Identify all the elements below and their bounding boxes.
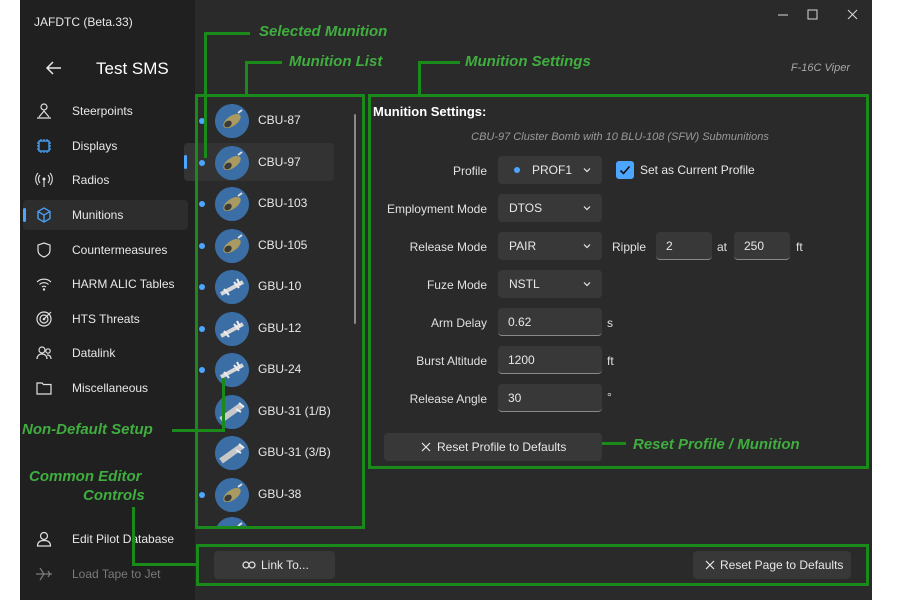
sidebar-item-hts-threats[interactable]: HTS Threats (23, 304, 188, 334)
app-title: JAFDTC (Beta.33) (34, 15, 133, 29)
cube-icon (35, 206, 53, 224)
sidebar-item-countermeasures[interactable]: Countermeasures (23, 235, 188, 265)
sidebar-footer-label: Load Tape to Jet (72, 567, 161, 581)
selected-indicator (23, 208, 26, 222)
callout-selected-munition: Selected Munition (259, 23, 388, 40)
close-icon[interactable] (841, 6, 865, 24)
people-icon (35, 344, 53, 362)
selected-indicator (184, 154, 187, 169)
sidebar-item-label: Radios (72, 173, 110, 187)
screenshot-stage: JAFDTC (Beta.33) Test SMS Steerpoints Dis… (0, 0, 900, 600)
sidebar-item-label: Munitions (72, 208, 124, 222)
common-controls-frame (196, 544, 869, 586)
minimize-icon[interactable] (771, 6, 795, 24)
sidebar-item-label: HARM ALIC Tables (72, 277, 175, 291)
reset-profile-leader (602, 442, 626, 445)
selected-munition-leader-h (204, 32, 250, 35)
callout-common-editor-controls: Controls (83, 487, 145, 504)
sidebar-item-miscellaneous[interactable]: Miscellaneous (23, 373, 188, 403)
munition-settings-leader (418, 61, 421, 95)
target-icon (35, 310, 53, 328)
folder-icon (35, 379, 53, 397)
sidebar-item-harm-alic-tables[interactable]: HARM ALIC Tables (23, 269, 188, 299)
back-arrow-icon[interactable] (42, 56, 66, 80)
munition-list-leader-h (245, 61, 282, 64)
munition-settings-frame (368, 94, 869, 469)
airframe-label: F-16C Viper (790, 62, 850, 74)
sidebar-item-label: HTS Threats (72, 312, 140, 326)
chip-icon (35, 137, 53, 155)
shield-icon (35, 241, 53, 259)
sidebar-item-displays[interactable]: Displays (23, 131, 188, 161)
callout-non-default-setup: Non-Default Setup (22, 421, 153, 438)
jet-icon (35, 565, 53, 583)
sidebar-item-label: Countermeasures (72, 243, 168, 257)
sidebar-item-label: Displays (72, 139, 118, 153)
common-editor-leader (132, 507, 135, 565)
antenna-icon (35, 171, 53, 189)
maximize-icon[interactable] (800, 6, 824, 24)
sidebar-item-datalink[interactable]: Datalink (23, 338, 188, 368)
person-pin-icon (35, 102, 53, 120)
non-default-leader-h (172, 429, 225, 432)
sidebar-footer-label: Edit Pilot Database (72, 532, 175, 546)
munition-list-frame (195, 94, 365, 529)
munition-settings-leader-h (418, 61, 460, 64)
wifi-icon (35, 275, 53, 293)
sidebar-item-munitions[interactable]: Munitions (23, 200, 188, 230)
sidebar-item-label: Datalink (72, 346, 116, 360)
callout-common-editor: Common Editor (29, 468, 142, 485)
person-icon (35, 530, 53, 548)
sidebar-item-steerpoints[interactable]: Steerpoints (23, 96, 188, 126)
sidebar-item-label: Steerpoints (72, 104, 133, 118)
non-default-leader (222, 378, 225, 432)
sidebar: JAFDTC (Beta.33) Test SMS Steerpoints Dis… (20, 0, 195, 600)
common-editor-leader-h (132, 563, 198, 566)
munition-list-leader (245, 61, 248, 95)
callout-munition-list: Munition List (289, 53, 383, 70)
sidebar-item-radios[interactable]: Radios (23, 165, 188, 195)
page-title: Test SMS (96, 59, 169, 78)
callout-munition-settings: Munition Settings (465, 53, 591, 70)
selected-munition-leader (204, 32, 207, 158)
callout-reset-profile: Reset Profile / Munition (633, 436, 800, 453)
sidebar-item-label: Miscellaneous (72, 381, 149, 395)
sidebar-footer-edit-pilot-database[interactable]: Edit Pilot Database (23, 524, 188, 554)
